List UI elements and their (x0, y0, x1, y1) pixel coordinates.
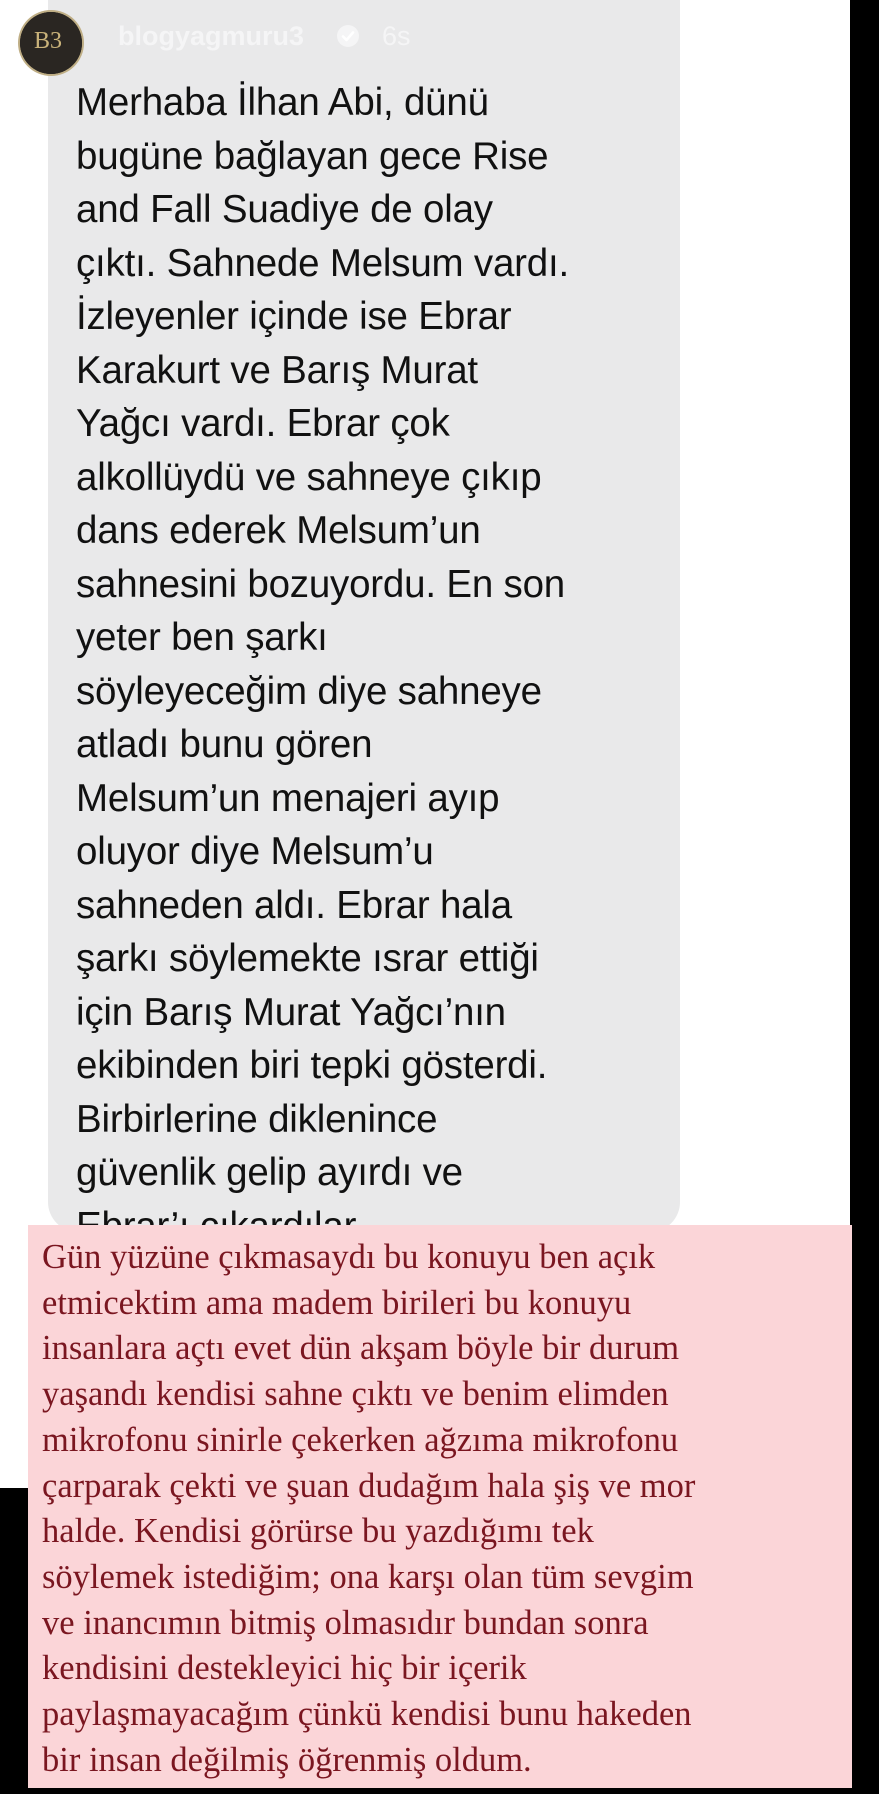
message-line: söyleyeceğim diye sahneye (76, 669, 542, 713)
caption-line: bir insan değilmiş öğrenmiş oldum. (42, 1740, 532, 1779)
message-line: sahnesini bozuyordu. En son (76, 562, 566, 606)
caption-box: Gün yüzüne çıkmasaydı bu konuyu ben açık… (28, 1225, 852, 1788)
message-line: şarkı söylemekte ısrar ettiği (76, 937, 539, 980)
caption-line: insanlara açtı evet dün akşam böyle bir … (42, 1329, 680, 1368)
avatar-image: B3 (20, 12, 82, 74)
message-line: bugüne bağlayan gece Rise (76, 134, 549, 178)
caption-line: paylaşmayacağım çünkü kendisi bunu haked… (42, 1695, 692, 1734)
avatar[interactable]: B3 (20, 12, 82, 74)
caption-line: kendisini destekleyici hiç bir içerik (42, 1649, 527, 1688)
message-line: Melsum’un menajeri ayıp (76, 776, 500, 820)
message-text: Merhaba İlhan Abi, dünü bugüne bağlayan … (76, 76, 676, 1253)
story-viewer: Merhaba İlhan Abi, dünü bugüne bağlayan … (0, 0, 879, 1794)
message-line: Karakurt ve Barış Murat (76, 348, 478, 392)
message-line: and Fall Suadiye de olay (76, 188, 493, 231)
message-line: Birbirlerine diklenince (76, 1097, 438, 1141)
caption-line: etmicektim ama madem birileri bu konuyu (42, 1283, 632, 1322)
verified-badge-icon (337, 25, 359, 47)
caption-line: ve inancımın bitmiş olmasıdır bundan son… (42, 1603, 649, 1642)
message-line: çıktı. Sahnede Melsum vardı. (76, 241, 569, 285)
message-line: sahneden aldı. Ebrar hala (76, 883, 512, 927)
message-line: güvenlik gelip ayırdı ve (76, 1151, 463, 1194)
avatar-monogram: B3 (34, 28, 62, 54)
caption-text: Gün yüzüne çıkmasaydı bu konuyu ben açık… (42, 1235, 852, 1783)
message-line: için Barış Murat Yağcı’nın (76, 990, 506, 1034)
caption-line: halde. Kendisi görürse bu yazdığımı tek (42, 1512, 594, 1551)
caption-line: mikrofonu sinirle çekerken ağzıma mikrof… (42, 1420, 679, 1459)
message-line: oluyor diye Melsum’u (76, 830, 434, 873)
caption-line: söylemek istediğim; ona karşı olan tüm s… (42, 1557, 694, 1596)
caption-line: çarparak çekti ve şuan dudağım hala şiş … (42, 1466, 696, 1505)
story-header: B3 blogyagmuru3 6s (0, 0, 879, 90)
post-time: 6s (382, 21, 411, 51)
message-line: yeter ben şarkı (76, 616, 328, 659)
message-line: İzleyenler içinde ise Ebrar (76, 295, 512, 338)
message-line: Yağcı vardı. Ebrar çok (76, 402, 450, 445)
more-options-icon[interactable] (700, 24, 744, 48)
message-line: alkollüydü ve sahneye çıkıp (76, 455, 542, 499)
message-line: dans ederek Melsum’un (76, 509, 481, 552)
username[interactable]: blogyagmuru3 (118, 18, 304, 54)
message-line: ekibinden biri tepki gösterdi. (76, 1044, 548, 1087)
caption-line: yaşandı kendisi sahne çıktı ve benim eli… (42, 1375, 669, 1414)
close-icon[interactable] (786, 16, 832, 62)
caption-line: Gün yüzüne çıkmasaydı bu konuyu ben açık (42, 1238, 656, 1276)
message-line: atladı bunu gören (76, 723, 373, 766)
